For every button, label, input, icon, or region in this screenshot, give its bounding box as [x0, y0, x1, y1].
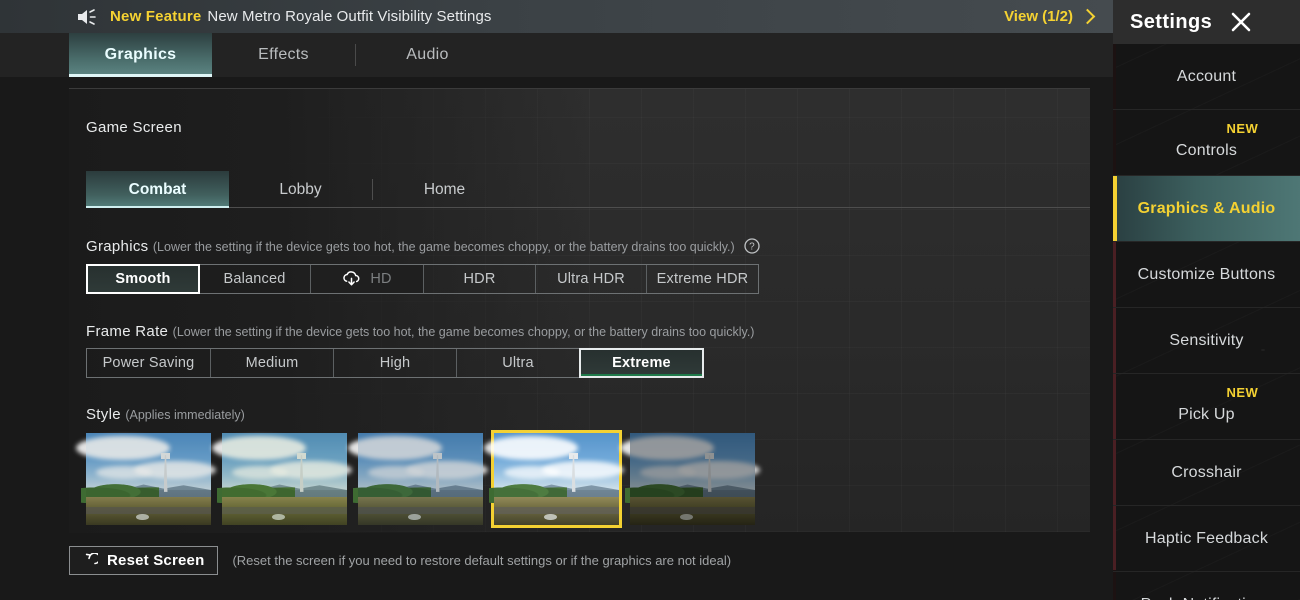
graphics-option-smooth-label: Smooth [115, 271, 171, 287]
close-icon[interactable] [1228, 9, 1254, 35]
game-screen-label-text: Game Screen [86, 119, 182, 136]
game-screen-tab-home[interactable]: Home [373, 171, 516, 208]
style-thumbnails [76, 430, 760, 528]
game-screen-label: Game Screen [86, 119, 182, 136]
frame-rate-option-medium-label: Medium [245, 355, 299, 371]
graphics-option-balanced[interactable]: Balanced [199, 265, 311, 293]
frame-rate-option-extreme-label: Extreme [612, 355, 671, 371]
svg-text:?: ? [749, 242, 755, 253]
tab-audio[interactable]: Audio [356, 33, 499, 77]
sidebar-item-push-notifications[interactable]: Push Notifications [1113, 572, 1300, 600]
style-thumbnail-soft[interactable] [484, 430, 624, 528]
graphics-option-hd[interactable]: HD [311, 265, 424, 293]
sidebar-item-account-label: Account [1176, 67, 1237, 85]
sidebar-item-customize-buttons[interactable]: Customize Buttons [1113, 242, 1300, 308]
cloud-download-icon [343, 271, 360, 286]
frame-rate-label-text: Frame Rate [86, 323, 169, 340]
frame-rate-option-ultra-label: Ultra [502, 355, 534, 371]
frame-rate-option-extreme[interactable]: Extreme [579, 348, 704, 378]
sidebar-item-account[interactable]: Account [1113, 44, 1300, 110]
frame-rate-setting-label: Frame Rate (Lower the setting if the dev… [86, 323, 754, 340]
frame-rate-option-power-saving-label: Power Saving [102, 355, 195, 371]
tab-audio-label: Audio [406, 46, 449, 63]
graphics-option-extreme-hdr-label: Extreme HDR [656, 271, 749, 287]
sidebar-item-crosshair[interactable]: Crosshair [1113, 440, 1300, 506]
frame-rate-option-high[interactable]: High [334, 349, 457, 377]
game-screen-tab-home-label: Home [423, 180, 466, 198]
sidebar-item-sensitivity-label: Sensitivity [1169, 331, 1244, 349]
banner-view-label: View (1/2) [1004, 8, 1073, 25]
banner-content: New Feature New Metro Royale Outfit Visi… [0, 8, 1004, 26]
graphics-hint: (Lower the setting if the device gets to… [152, 240, 735, 254]
sidebar-item-crosshair-label: Crosshair [1171, 463, 1242, 481]
graphics-option-balanced-label: Balanced [223, 271, 286, 287]
graphics-setting-label: Graphics (Lower the setting if the devic… [86, 238, 760, 255]
game-screen-tabs: Combat Lobby Home [86, 171, 1090, 208]
game-screen-tab-combat[interactable]: Combat [86, 171, 229, 208]
chevron-right-icon [1079, 8, 1096, 25]
frame-rate-options: Power Saving Medium High Ultra Extreme [86, 348, 704, 378]
graphics-option-ultra-hdr[interactable]: Ultra HDR [536, 265, 647, 293]
sidebar-menu: Account NEW Controls Graphics & Audio Cu… [1113, 44, 1300, 600]
frame-rate-option-ultra[interactable]: Ultra [457, 349, 580, 377]
reset-arrow-icon [85, 553, 98, 565]
settings-sidebar: Settings Account NEW Controls Graphics &… [1113, 0, 1300, 600]
graphics-option-ultra-hdr-label: Ultra HDR [557, 271, 625, 287]
banner-text: New Metro Royale Outfit Visibility Setti… [207, 8, 492, 25]
graphics-label-text: Graphics [86, 238, 149, 255]
graphics-option-hd-label: HD [370, 271, 392, 287]
sidebar-item-graphics-audio-label: Graphics & Audio [1137, 199, 1276, 217]
style-hint: (Applies immediately) [125, 408, 245, 422]
sidebar-item-haptic-feedback-label: Haptic Feedback [1144, 529, 1269, 547]
banner-tag: New Feature [110, 8, 202, 25]
graphics-option-hdr[interactable]: HDR [424, 265, 536, 293]
style-setting-label: Style (Applies immediately) [86, 406, 245, 423]
megaphone-icon [78, 8, 96, 25]
reset-row: Reset Screen (Reset the screen if you ne… [69, 546, 731, 575]
game-screen-tab-combat-label: Combat [128, 180, 187, 198]
banner-view-button[interactable]: View (1/2) [1004, 8, 1113, 25]
sidebar-item-pick-up-badge: NEW [1226, 385, 1259, 400]
tab-effects-label: Effects [258, 46, 309, 63]
sidebar-title: Settings [1130, 10, 1213, 33]
tab-graphics[interactable]: Graphics [69, 33, 212, 77]
frame-rate-option-high-label: High [379, 355, 411, 371]
sidebar-header: Settings [1113, 0, 1300, 44]
graphics-options: Smooth Balanced HD HDR Ultra HDR Extreme… [86, 264, 759, 294]
frame-rate-hint: (Lower the setting if the device gets to… [172, 325, 755, 339]
announcement-banner[interactable]: New Feature New Metro Royale Outfit Visi… [0, 0, 1113, 33]
style-thumbnail-movie[interactable] [620, 433, 760, 525]
sidebar-item-customize-buttons-label: Customize Buttons [1137, 265, 1276, 283]
sidebar-item-pick-up-label: Pick Up [1178, 405, 1235, 423]
game-screen-tab-lobby-label: Lobby [279, 180, 322, 198]
frame-rate-option-medium[interactable]: Medium [211, 349, 334, 377]
style-thumbnail-classic[interactable] [76, 433, 216, 525]
sidebar-item-haptic-feedback[interactable]: Haptic Feedback [1113, 506, 1300, 572]
frame-rate-option-power-saving[interactable]: Power Saving [87, 349, 211, 377]
sidebar-item-controls[interactable]: NEW Controls [1113, 110, 1300, 176]
reset-screen-hint: (Reset the screen if you need to restore… [232, 553, 732, 568]
reset-screen-label: Reset Screen [107, 552, 205, 569]
graphics-option-hdr-label: HDR [463, 271, 496, 287]
tab-effects[interactable]: Effects [212, 33, 355, 77]
sidebar-item-graphics-audio[interactable]: Graphics & Audio [1113, 176, 1300, 242]
tab-graphics-label: Graphics [104, 46, 177, 63]
sidebar-item-pick-up[interactable]: NEW Pick Up [1113, 374, 1300, 440]
style-thumbnail-colorful[interactable] [212, 433, 352, 525]
sidebar-item-sensitivity[interactable]: Sensitivity [1113, 308, 1300, 374]
reset-screen-button[interactable]: Reset Screen [69, 546, 219, 575]
sidebar-item-controls-label: Controls [1175, 141, 1238, 159]
help-icon[interactable]: ? [744, 238, 760, 254]
sidebar-item-push-notifications-label: Push Notifications [1141, 596, 1273, 600]
settings-screen: New Feature New Metro Royale Outfit Visi… [0, 0, 1300, 600]
sidebar-item-controls-badge: NEW [1226, 121, 1259, 136]
graphics-option-extreme-hdr[interactable]: Extreme HDR [647, 265, 758, 293]
game-screen-tab-lobby[interactable]: Lobby [229, 171, 372, 208]
style-thumbnail-realistic[interactable] [348, 433, 488, 525]
style-label-text: Style [86, 406, 121, 423]
tab-bar: Graphics Effects Audio [0, 33, 1113, 77]
graphics-option-smooth[interactable]: Smooth [86, 264, 200, 294]
